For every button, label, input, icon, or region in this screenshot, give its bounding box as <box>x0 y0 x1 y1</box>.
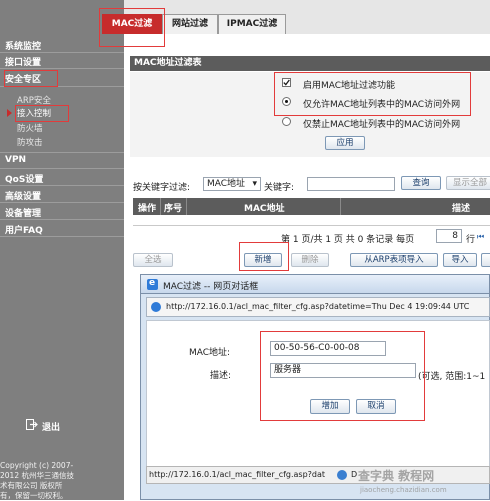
table-header-desc: 描述 <box>452 204 471 214</box>
description-label: 描述: <box>210 371 232 381</box>
per-page-input[interactable]: 8 <box>436 229 462 243</box>
divider <box>0 68 124 69</box>
sidebar-subitem-firewall[interactable]: 防火墙 <box>17 122 43 134</box>
dialog-titlebar[interactable]: e MAC过滤 -- 网页对话框 <box>140 274 490 294</box>
divider <box>186 198 187 215</box>
copyright-line: 术有限公司 版权所 <box>0 481 63 490</box>
watermark-title: 查字典 教程网 <box>358 469 435 483</box>
watermark-url: jiaocheng.chazidian.com <box>360 486 447 494</box>
select-all-button[interactable]: 全选 <box>133 253 173 267</box>
chevron-down-icon: ▾ <box>252 179 257 189</box>
ie-icon: e <box>147 278 158 290</box>
divider <box>0 185 124 186</box>
keyword-label: 关键字: <box>264 183 295 193</box>
sidebar-item-system-monitor[interactable]: 系统监控 <box>5 39 41 52</box>
mac-address-label: MAC地址: <box>189 348 231 358</box>
filter-by-select[interactable]: MAC地址 ▾ <box>203 177 261 191</box>
copyright: Copyright (c) 2007- 2012 杭州华三通信技 术有限公司 版… <box>0 461 74 501</box>
divider <box>0 168 124 169</box>
logout-icon[interactable] <box>26 419 38 433</box>
table-body <box>133 215 490 226</box>
copyright-line: Copyright (c) 2007- <box>0 461 74 470</box>
filter-by-label: 按关键字过滤: <box>133 183 191 193</box>
sidebar-subitem-anti-attack[interactable]: 防攻击 <box>17 136 43 148</box>
highlight-box <box>274 72 471 116</box>
highlight-box <box>260 331 425 421</box>
deny-label: 仅禁止MAC地址列表中的MAC访问外网 <box>303 120 461 130</box>
more-button[interactable] <box>481 253 490 267</box>
per-page-unit: 行 <box>466 235 476 245</box>
divider <box>0 202 124 203</box>
sidebar-item-device-mgmt[interactable]: 设备管理 <box>5 206 41 219</box>
highlight-box <box>4 70 58 87</box>
arrow-right-icon <box>7 109 12 117</box>
table-header-action: 操作 <box>138 204 157 214</box>
table-header-mac: MAC地址 <box>244 204 285 214</box>
status-tail: D <box>351 470 358 479</box>
copyright-line: 2012 杭州华三通信技 <box>0 471 74 480</box>
divider <box>0 219 124 220</box>
search-button[interactable]: 查询 <box>401 176 441 190</box>
highlight-box <box>239 242 289 271</box>
description-hint: (可选, 范围:1~1 <box>418 372 486 382</box>
delete-button[interactable]: 删除 <box>291 253 329 267</box>
status-url: http://172.16.0.1/acl_mac_filter_cfg.asp… <box>149 470 326 479</box>
divider <box>0 236 124 237</box>
import-button[interactable]: 导入 <box>443 253 477 267</box>
dialog-address-bar: http://172.16.0.1/acl_mac_filter_cfg.asp… <box>146 297 490 317</box>
import-arp-button[interactable]: 从ARP表项导入 <box>350 253 438 267</box>
filter-by-value: MAC地址 <box>207 179 246 189</box>
sidebar-item-vpn[interactable]: VPN <box>5 155 26 165</box>
dialog-title: MAC过滤 -- 网页对话框 <box>163 282 259 292</box>
pagination-text: 第 1 页/共 1 页 共 0 条记录 每页 <box>281 235 415 245</box>
section-title: MAC地址过滤表 <box>130 56 490 71</box>
show-all-button[interactable]: 显示全部 <box>446 176 490 190</box>
divider <box>0 152 124 153</box>
keyword-input[interactable] <box>307 177 395 191</box>
tab-ipmac-filter[interactable]: IPMAC过滤 <box>218 14 286 34</box>
highlight-box <box>15 105 69 122</box>
deny-radio[interactable] <box>282 117 291 126</box>
page-icon <box>151 302 161 312</box>
highlight-box <box>99 8 165 47</box>
dialog-status-bar: http://172.16.0.1/acl_mac_filter_cfg.asp… <box>146 466 490 484</box>
dialog-url: http://172.16.0.1/acl_mac_filter_cfg.asp… <box>166 302 470 311</box>
globe-icon <box>337 470 347 480</box>
sidebar-item-interface[interactable]: 接口设置 <box>5 55 41 68</box>
divider <box>340 198 341 215</box>
logout-link[interactable]: 退出 <box>42 420 60 433</box>
divider <box>0 52 124 53</box>
first-page-icon[interactable]: ⏮ <box>477 232 484 242</box>
table-header-index: 序号 <box>164 204 183 214</box>
apply-button[interactable]: 应用 <box>325 136 365 150</box>
sidebar-item-qos[interactable]: QoS设置 <box>5 172 43 185</box>
divider <box>160 198 161 215</box>
tab-website-filter[interactable]: 网站过滤 <box>162 14 218 34</box>
sidebar-item-advanced[interactable]: 高级设置 <box>5 189 41 202</box>
sidebar-item-faq[interactable]: 用户FAQ <box>5 223 43 236</box>
